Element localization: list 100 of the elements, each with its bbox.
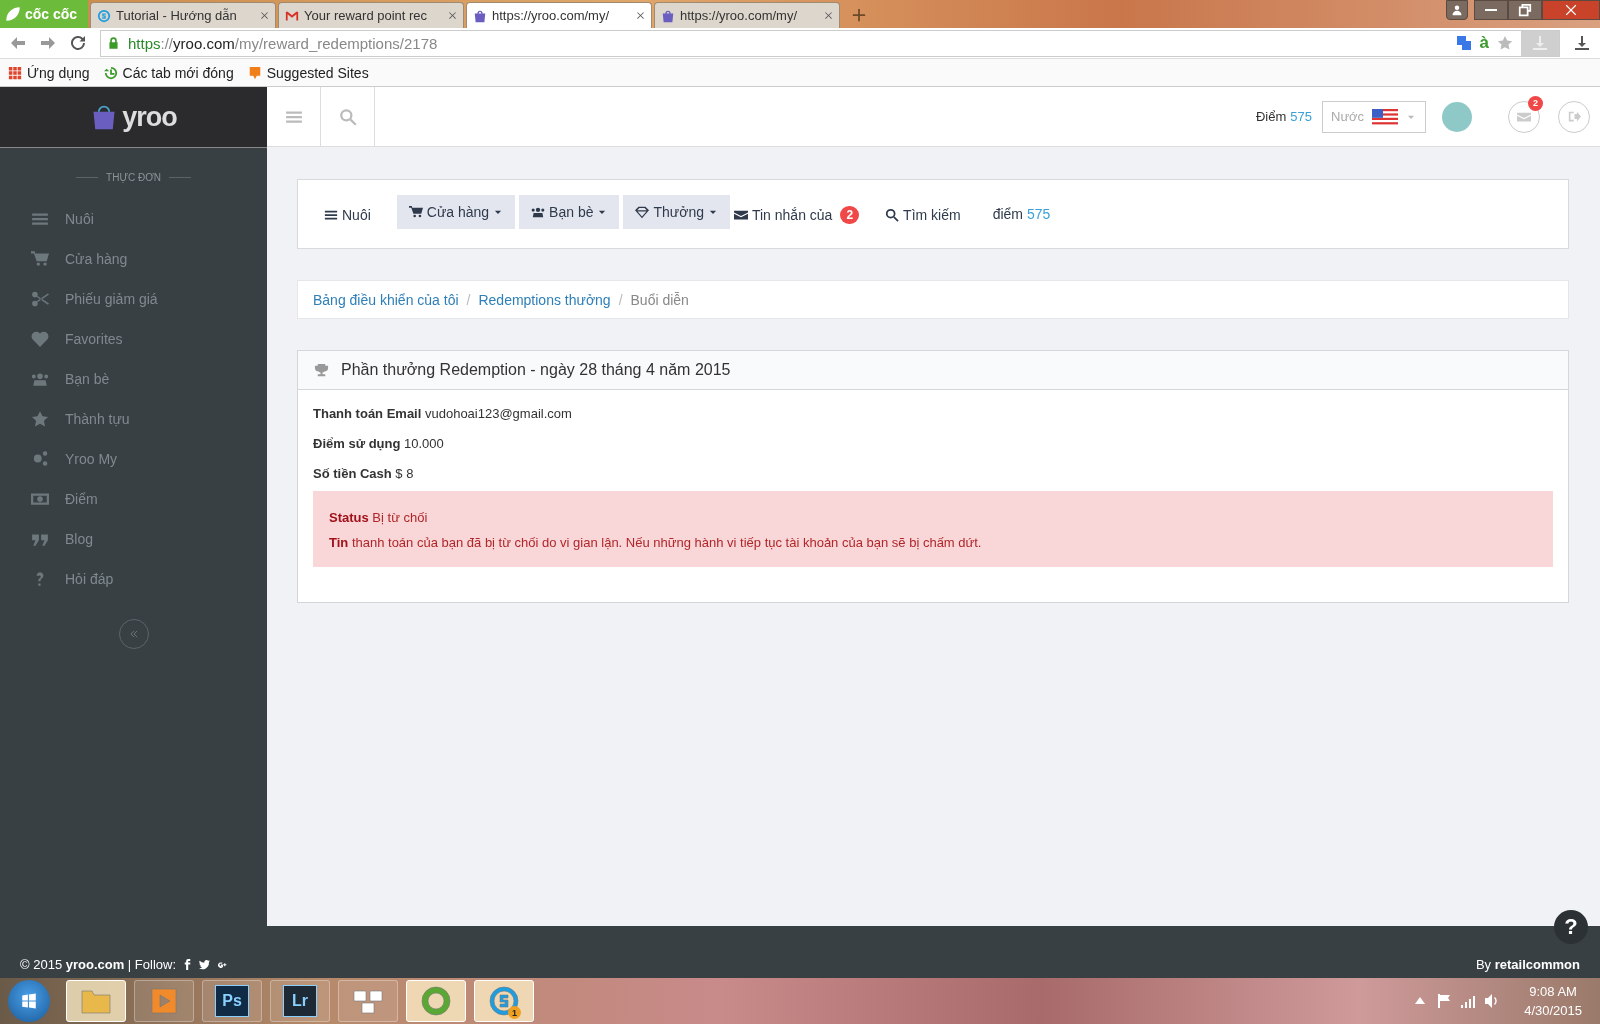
signal-icon[interactable]: [1460, 993, 1477, 1009]
clock-date[interactable]: 4/30/2015: [1524, 1001, 1582, 1020]
detail-line: Số tiền Cash $ 8: [313, 465, 415, 483]
banknote-icon[interactable]: [31, 490, 49, 508]
alert-text: Tin thanh toán của bạn đã bị từ chối do vi gian lận. Nếu những hành vi tiếp tục tài khoản của bạn sẽ bị chấm dứt.: [329, 534, 983, 552]
nav-dropdown[interactable]: Thưởng: [623, 195, 730, 229]
points-value: 575: [1290, 109, 1312, 124]
notification-badge: 2: [1528, 95, 1543, 111]
browser-tab[interactable]: https://yroo.com/my/: [466, 2, 652, 28]
users-icon: [531, 205, 546, 219]
url-text: https://yroo.com/my/reward_redemptions/2178: [128, 34, 438, 52]
taskbar-app[interactable]: Lr: [270, 980, 330, 1022]
points-label: điểm: [992, 206, 1023, 222]
photoshop-app-icon: Ps: [215, 985, 249, 1017]
star-icon[interactable]: [31, 410, 49, 428]
points-value: 575: [1027, 206, 1051, 222]
back-icon[interactable]: [10, 35, 26, 51]
detail-line: Điểm sử dụng 10.000: [313, 435, 445, 453]
gears-icon[interactable]: [31, 450, 49, 468]
nav-link[interactable]: Nuôi: [324, 197, 383, 232]
bookmark-link[interactable]: Các tab mới đóng: [122, 64, 234, 81]
nav-link[interactable]: Tin nhắn của 2: [733, 197, 872, 232]
trophy-icon: [314, 362, 329, 378]
logout-button[interactable]: [1558, 100, 1590, 133]
breadcrumb-link[interactable]: Redemptions thưởng: [478, 291, 611, 308]
close-icon[interactable]: [260, 11, 269, 20]
browser-app-icon: [420, 985, 452, 1017]
download-icon[interactable]: [1574, 35, 1590, 51]
restore-icon: [1518, 3, 1532, 17]
taskbar-app[interactable]: [338, 980, 398, 1022]
lightroom-app-icon: Lr: [283, 985, 317, 1017]
clock-time[interactable]: 9:08 AM: [1529, 982, 1577, 1001]
flag-icon[interactable]: [1436, 993, 1453, 1009]
users-icon[interactable]: [31, 370, 49, 388]
breadcrumb-separator: /: [618, 291, 623, 308]
address-bar[interactable]: https://yroo.com/my/reward_redemptions/2178 à: [100, 29, 1560, 57]
scissors-icon[interactable]: [31, 290, 49, 308]
start-button[interactable]: [8, 980, 50, 1022]
cart-icon: [408, 205, 423, 219]
leaf-icon: [4, 5, 22, 23]
close-button[interactable]: [1542, 0, 1600, 20]
flag-icon: [1372, 108, 1399, 125]
count-badge: 2: [840, 205, 860, 224]
notification-badge: 1: [508, 1006, 521, 1019]
lightbulb-icon[interactable]: [247, 65, 262, 80]
sign-out-icon: [1567, 110, 1581, 123]
forward-icon[interactable]: [40, 35, 56, 51]
google-plus-icon[interactable]: [216, 959, 228, 970]
footer-copyright: © 2015 yroo.com | Follow:: [20, 957, 177, 972]
grid-icon[interactable]: [8, 65, 22, 80]
profile-button[interactable]: [1446, 0, 1468, 20]
reload-icon[interactable]: [70, 35, 86, 51]
browser-name: cốc cốc: [25, 6, 78, 22]
breadcrumb-link[interactable]: Bảng điều khiển của tôi: [313, 291, 459, 308]
close-icon[interactable]: [636, 11, 645, 20]
bookmark-link[interactable]: Suggested Sites: [266, 64, 369, 81]
star-icon[interactable]: [1497, 35, 1513, 51]
nav-dropdown[interactable]: Bạn bè: [519, 195, 620, 229]
skype-icon: [97, 8, 111, 23]
search-icon: [885, 207, 900, 222]
history-icon[interactable]: [103, 65, 118, 80]
breadcrumb-separator: /: [466, 291, 471, 308]
nav-link[interactable]: Tìm kiếm: [885, 197, 973, 232]
shopping-bag-icon: [473, 8, 487, 23]
heart-icon[interactable]: [31, 330, 49, 348]
panel-title: Phần thưởng Redemption - ngày 28 tháng 4 năm 2015: [341, 361, 731, 379]
shopping-bag-icon: [661, 8, 675, 23]
browser-tab[interactable]: Tutorial - Hướng dẫn: [90, 2, 276, 28]
restore-button[interactable]: [1508, 0, 1542, 20]
browser-tab[interactable]: Your reward point rec: [278, 2, 464, 28]
points-label: Điểm: [1255, 109, 1287, 124]
taskbar-app[interactable]: 1: [474, 980, 534, 1022]
minimize-button[interactable]: [1474, 0, 1508, 20]
help-button[interactable]: ?: [1554, 910, 1588, 944]
translate-icon[interactable]: [1455, 35, 1472, 51]
menu-heading: THỰC ĐƠN: [106, 172, 161, 183]
taskbar-app[interactable]: Ps: [202, 980, 262, 1022]
avatar[interactable]: [1442, 101, 1472, 132]
close-icon[interactable]: [824, 11, 833, 20]
lock-icon: [107, 36, 120, 50]
taskbar-app[interactable]: [134, 980, 194, 1022]
cart-icon[interactable]: [31, 250, 49, 268]
bookmark-link[interactable]: Ứng dụng: [27, 64, 90, 81]
close-icon: [1564, 3, 1578, 17]
close-icon[interactable]: [448, 11, 457, 20]
list-icon[interactable]: [31, 210, 49, 228]
search-icon: [338, 107, 357, 126]
skype-icon: [488, 985, 520, 1017]
detail-line: Thanh toán Email vudohoai123@gmail.com: [313, 405, 573, 423]
dictionary-extension[interactable]: à: [1479, 33, 1489, 53]
taskbar-app[interactable]: [406, 980, 466, 1022]
site-logo[interactable]: yroo: [122, 101, 177, 133]
nav-dropdown[interactable]: Cửa hàng: [396, 195, 516, 229]
browser-tab[interactable]: https://yroo.com/my/: [654, 2, 840, 28]
twitter-icon[interactable]: [199, 959, 211, 970]
plus-icon: [852, 8, 866, 22]
download-icon: [1532, 35, 1548, 51]
taskbar-app[interactable]: [66, 980, 126, 1022]
alert-text: Status Bị từ chối: [329, 509, 429, 527]
breadcrumb-current: Buổi diễn: [630, 291, 689, 308]
